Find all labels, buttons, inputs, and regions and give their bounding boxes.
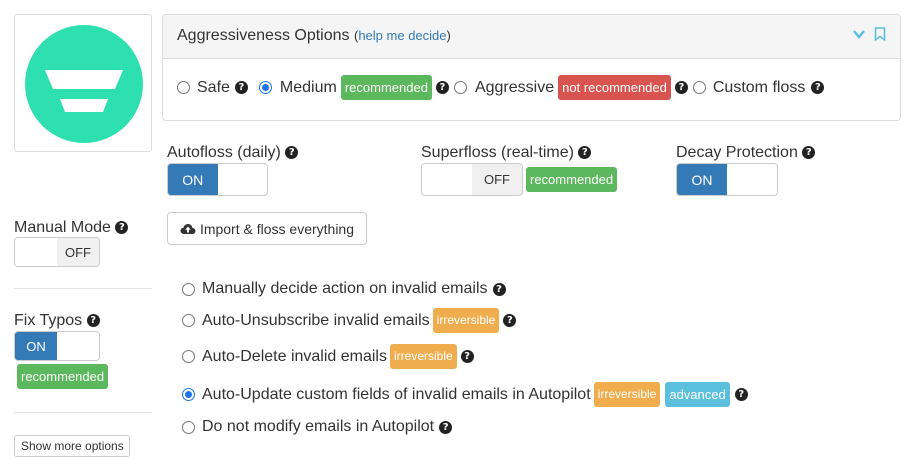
not-recommended-badge: not recommended	[558, 75, 671, 100]
manual-mode-label-row: Manual Mode ?	[14, 219, 129, 237]
logo-mark	[45, 70, 123, 112]
divider	[14, 412, 152, 413]
invalid-action-row[interactable]: Auto-Unsubscribe invalid emails irrevers…	[182, 308, 517, 333]
show-more-options-label: Show more options	[21, 439, 124, 453]
radio-auto-delete[interactable]	[182, 350, 195, 363]
decay-label-row: Decay Protection ?	[676, 144, 816, 162]
help-me-decide-link[interactable]: help me decide	[358, 28, 446, 43]
autofloss-toggle[interactable]: ON	[167, 163, 268, 196]
aggressiveness-options: Safe ? Medium recommended ? Aggressive n…	[177, 75, 825, 100]
decay-protection-toggle[interactable]: ON	[676, 163, 778, 196]
decay-protection-label: Decay Protection	[676, 144, 798, 161]
radio-custom-floss[interactable]	[692, 81, 706, 94]
autofloss-label: Autofloss (daily)	[167, 144, 281, 161]
toggle-off-part: OFF	[57, 238, 99, 266]
invalid-action-row[interactable]: Do not modify emails in Autopilot ?	[182, 418, 453, 436]
autofloss-label-row: Autofloss (daily) ?	[167, 144, 299, 162]
invalid-action-row[interactable]: Auto-Delete invalid emails irreversible …	[182, 344, 474, 369]
invalid-action-row[interactable]: Auto-Update custom fields of invalid ema…	[182, 382, 748, 407]
manual-mode-toggle[interactable]: OFF	[14, 237, 100, 267]
radio-medium[interactable]	[258, 81, 272, 94]
superfloss-toggle[interactable]: OFF	[421, 163, 523, 196]
toggle-off-part: OFF	[472, 164, 522, 195]
bookmark-icon[interactable]	[874, 27, 886, 41]
fix-typos-toggle[interactable]: ON	[14, 331, 100, 361]
question-circle-icon[interactable]: ?	[439, 420, 453, 434]
radio-manually-decide[interactable]	[182, 282, 195, 296]
question-circle-icon[interactable]: ?	[86, 314, 100, 328]
import-floss-label: Import & floss everything	[199, 220, 354, 237]
superfloss-label: Superfloss (real-time)	[421, 144, 574, 161]
recommended-badge: recommended	[340, 75, 432, 100]
question-circle-icon[interactable]: ?	[674, 81, 688, 94]
toggle-on-part: ON	[677, 164, 727, 195]
question-circle-icon[interactable]: ?	[492, 282, 506, 296]
question-circle-icon[interactable]: ?	[435, 81, 449, 94]
manual-mode-label: Manual Mode	[14, 219, 111, 236]
option-safe-label: Safe	[197, 78, 230, 96]
irreversible-badge: irreversible	[432, 308, 500, 333]
show-more-options-button[interactable]: Show more options	[14, 435, 130, 457]
option-custom-floss-label: Custom floss	[712, 78, 806, 96]
fix-typos-label: Fix Typos	[14, 312, 83, 329]
question-circle-icon[interactable]: ?	[115, 221, 129, 235]
question-circle-icon[interactable]: ?	[234, 81, 248, 94]
radio-auto-unsubscribe[interactable]	[182, 314, 195, 327]
import-floss-button[interactable]: Import & floss everything	[167, 212, 367, 245]
logo-box	[14, 14, 152, 152]
irreversible-badge: irreversible	[389, 344, 457, 369]
radio-safe[interactable]	[177, 81, 190, 94]
panel-header: Aggressiveness Options (help me decide)	[163, 15, 900, 59]
superfloss-recommended-badge: recommended	[526, 167, 618, 192]
radio-auto-update[interactable]	[182, 388, 195, 401]
fix-typos-recommended-badge: recommended	[17, 364, 109, 389]
aggressiveness-panel: Aggressiveness Options (help me decide) …	[162, 14, 901, 121]
question-circle-icon[interactable]: ?	[285, 146, 299, 160]
logo	[25, 25, 143, 143]
radio-aggressive[interactable]	[453, 81, 467, 94]
invalid-action-label: Manually decide action on invalid emails	[202, 280, 488, 297]
radio-do-not-modify[interactable]	[182, 420, 195, 434]
panel-title: Aggressiveness Options	[177, 27, 350, 44]
invalid-action-row[interactable]: Manually decide action on invalid emails…	[182, 280, 506, 298]
option-medium-label: Medium	[279, 78, 337, 96]
invalid-action-label: Auto-Update custom fields of invalid ema…	[202, 385, 591, 403]
question-circle-icon[interactable]: ?	[460, 350, 474, 363]
fix-typos-label-row: Fix Typos ?	[14, 312, 100, 330]
advanced-badge: advanced	[665, 382, 730, 407]
question-circle-icon[interactable]: ?	[578, 146, 592, 160]
superfloss-label-row: Superfloss (real-time) ?	[421, 144, 592, 162]
question-circle-icon[interactable]: ?	[811, 81, 825, 94]
option-aggressive-label: Aggressive	[474, 78, 555, 96]
divider	[14, 288, 152, 289]
irreversible-badge: irreversible	[593, 382, 661, 407]
question-circle-icon[interactable]: ?	[734, 388, 748, 401]
cloud-upload-icon	[180, 223, 196, 234]
toggle-on-part: ON	[15, 332, 57, 360]
question-circle-icon[interactable]: ?	[802, 146, 816, 160]
toggle-on-part: ON	[168, 164, 218, 195]
invalid-action-label: Auto-Unsubscribe invalid emails	[202, 311, 430, 329]
question-circle-icon[interactable]: ?	[503, 314, 517, 327]
invalid-action-label: Auto-Delete invalid emails	[202, 347, 387, 365]
invalid-action-label: Do not modify emails in Autopilot	[202, 418, 435, 435]
chevron-down-icon[interactable]	[852, 27, 866, 41]
